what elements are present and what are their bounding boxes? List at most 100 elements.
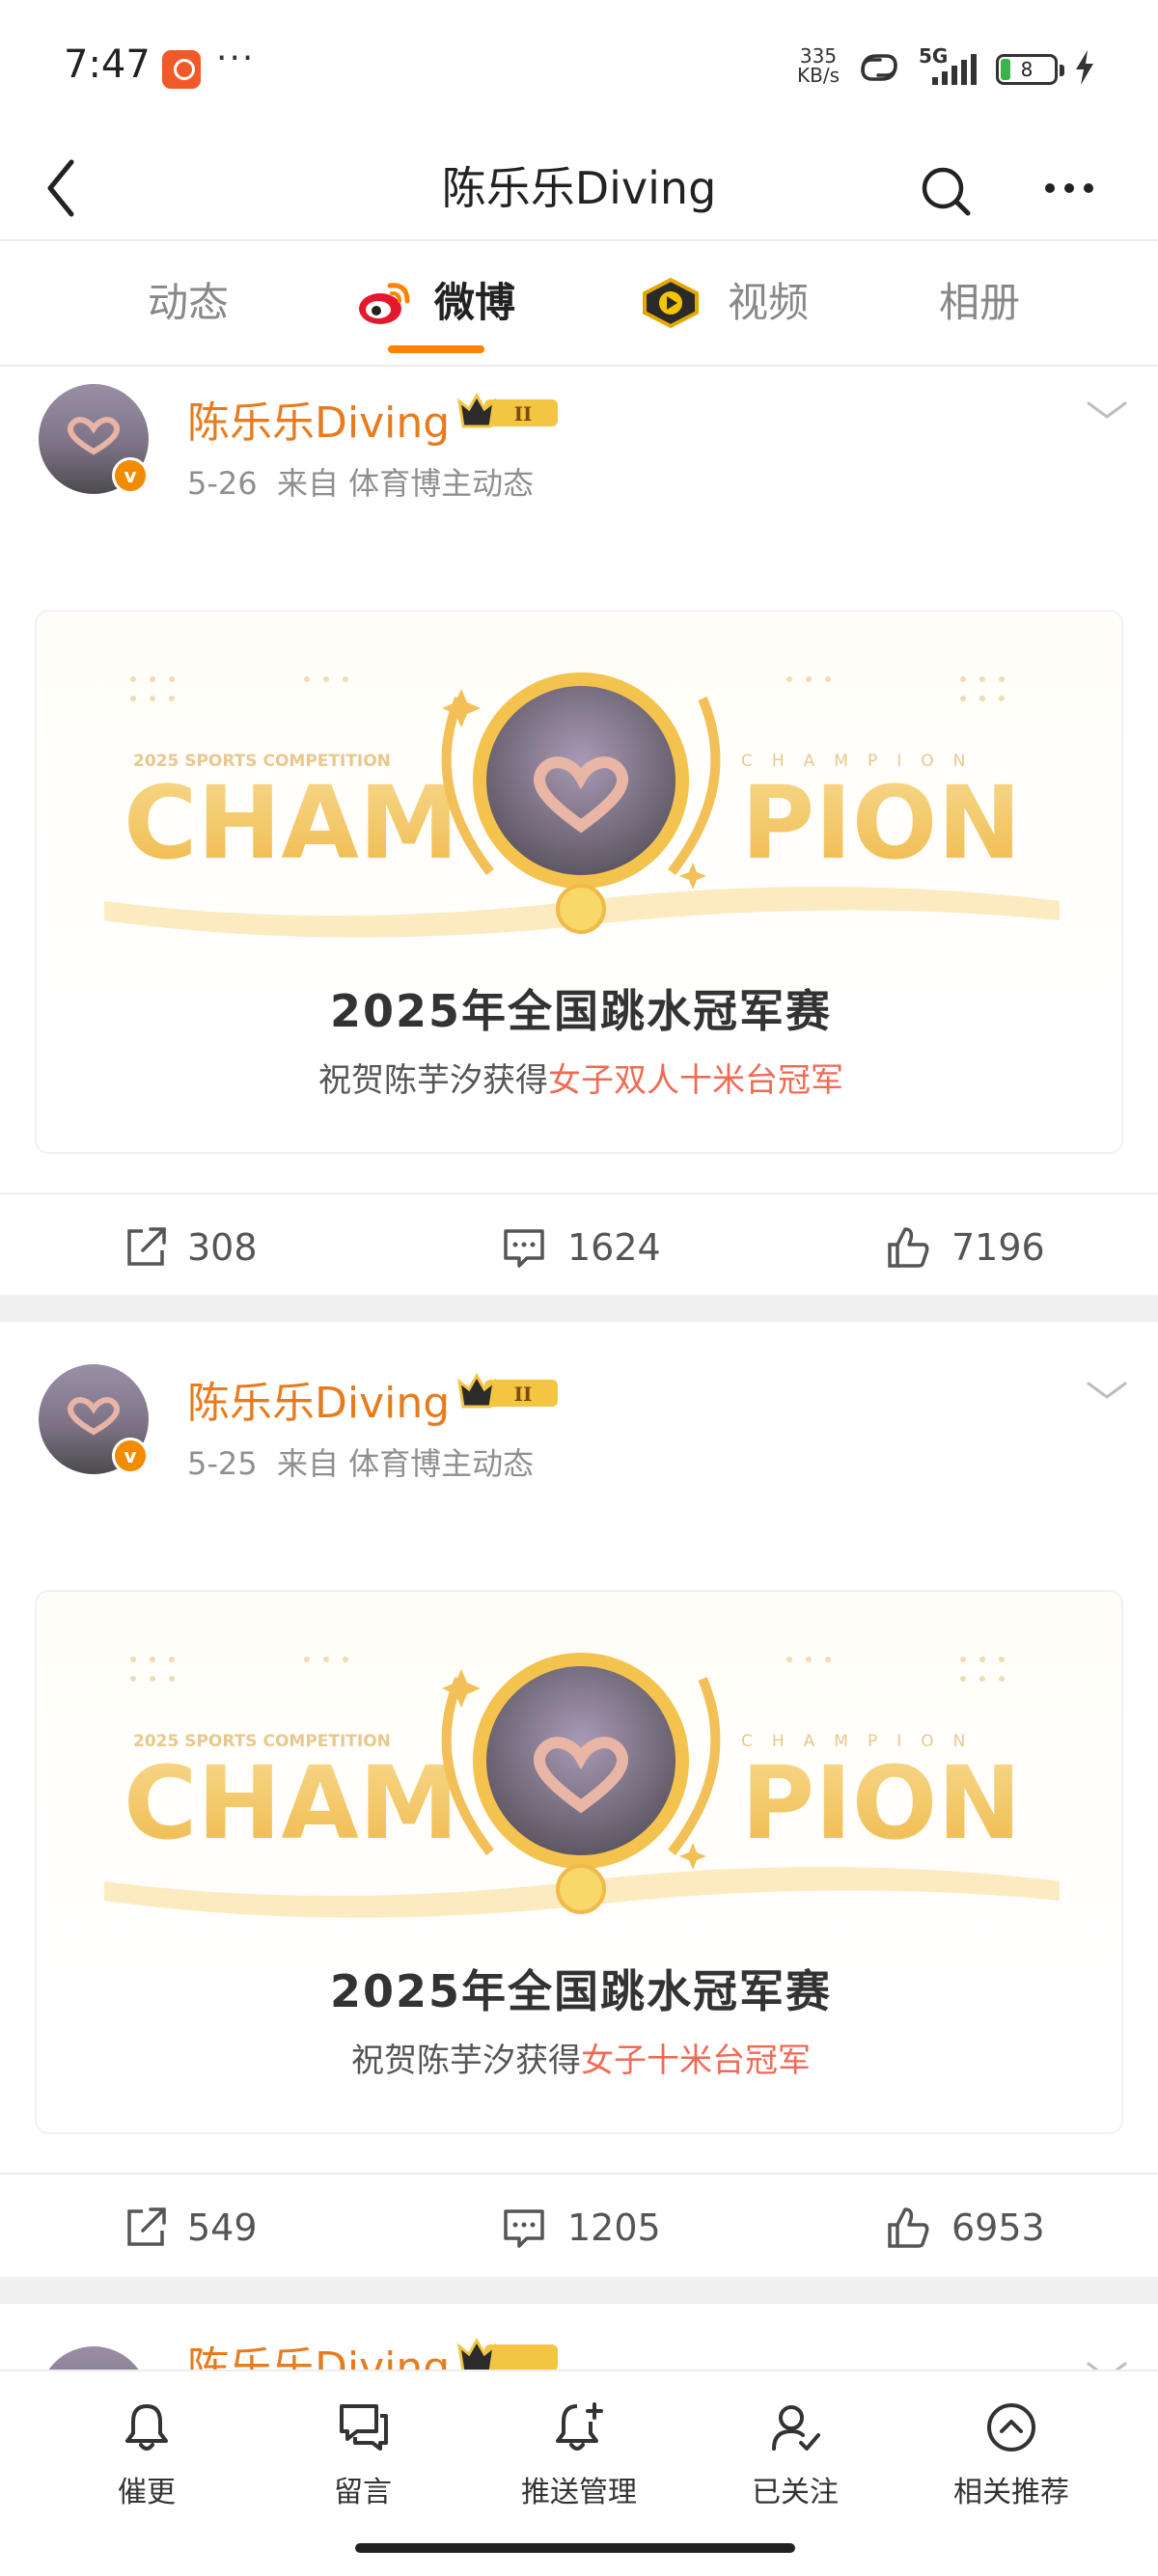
card-subtitle: 祝贺陈芋汐获得女子十米台冠军 [37, 2034, 1121, 2081]
post-meta: 5-26 来自 体育博主动态 [187, 459, 534, 504]
status-bar: 7:47 ··· 335 KB/s 5G 8 [0, 0, 1158, 135]
like-button[interactable]: 7196 [886, 1194, 1079, 1301]
post-actions: 308 1624 7196 [0, 1192, 1158, 1299]
status-time: 7:47 [64, 42, 151, 87]
nfc-icon [861, 54, 897, 81]
home-indicator[interactable] [355, 2543, 795, 2553]
battery-level: 8 [1020, 58, 1034, 81]
thumbs-up-icon [888, 2207, 929, 2248]
crown-badge-icon[interactable]: II [455, 392, 564, 432]
card-subtitle-prefix: 祝贺陈芋汐获得 [351, 2042, 581, 2080]
repost-icon [127, 2207, 166, 2246]
chevron-down-icon[interactable] [1085, 2358, 1129, 2370]
heart-hands-image [68, 417, 120, 455]
repost-button[interactable]: 549 [124, 2175, 317, 2281]
like-count: 7196 [951, 1226, 1045, 1269]
weibo-logo-icon [359, 283, 410, 324]
post-meta: 5-25 来自 体育博主动态 [187, 1439, 534, 1484]
bottom-item-urge[interactable]: 催更 [50, 2400, 243, 2516]
post-separator [0, 1295, 1158, 1322]
up-circle-icon [987, 2403, 1035, 2452]
cham-text: CHAM [124, 764, 458, 882]
crown-level: II [514, 402, 533, 425]
user-check-icon [772, 2405, 820, 2451]
crown-badge-icon[interactable]: II [455, 1372, 564, 1412]
crown-badge-icon[interactable] [455, 2337, 564, 2370]
comment-button[interactable]: 1624 [502, 1194, 695, 1301]
card-subtitle: 祝贺陈芋汐获得女子双人十米台冠军 [37, 1054, 1121, 1101]
champion-banner: 2025 SPORTS COMPETITION CHAMPION CHAM PI… [104, 672, 1060, 938]
card-headline: 2025年全国跳水冠军赛 [329, 1965, 833, 2017]
verified-badge-icon: v [112, 1438, 149, 1474]
weibo-post[interactable]: 陈乐乐Diving [0, 2304, 1158, 2370]
heart-hands-image [68, 1397, 120, 1436]
charging-icon [1076, 50, 1093, 85]
champion-card[interactable]: 2025 SPORTS COMPETITION CHAMPION CHAM PI… [35, 1590, 1123, 2134]
weibo-post[interactable]: v 陈乐乐Diving II 5-26 来自 体育博主动态 2025 SPORT… [0, 367, 1158, 1293]
bell-icon [125, 2404, 168, 2451]
post-author[interactable]: 陈乐乐Diving [187, 388, 450, 450]
like-button[interactable]: 6953 [886, 2175, 1079, 2281]
tab-label: 动态 [147, 279, 229, 326]
search-icon[interactable] [919, 164, 973, 218]
chevron-down-icon[interactable] [1085, 397, 1129, 423]
tab-label: 微博 [433, 279, 515, 326]
post-source: 来自 体育博主动态 [276, 465, 535, 502]
tab-label: 相册 [938, 279, 1020, 326]
app-notification-icon [162, 50, 201, 89]
bottom-item-label: 推送管理 [521, 2476, 637, 2509]
tab-dynamics[interactable]: 动态 [96, 243, 280, 367]
champion-banner: 2025 SPORTS COMPETITION CHAMPION CHAM PI… [104, 1653, 1060, 1918]
card-headline: 2025年全国跳水冠军赛 [329, 985, 833, 1037]
bottom-item-push-settings[interactable]: 推送管理 [482, 2400, 676, 2516]
post-author[interactable]: 陈乐乐Diving [187, 2333, 450, 2370]
champion-card[interactable]: 2025 SPORTS COMPETITION CHAMPION CHAM PI… [35, 610, 1123, 1154]
repost-button[interactable]: 308 [124, 1194, 317, 1301]
like-count: 6953 [951, 2206, 1045, 2249]
weibo-profile-screen: 7:47 ··· 335 KB/s 5G 8 陈乐乐Diving 动态 微博 视… [0, 0, 1158, 2576]
profile-tabs: 动态 微博 视频 相册 [0, 243, 1158, 367]
bottom-item-message[interactable]: 留言 [266, 2400, 459, 2516]
network-rate-unit: KB/s [797, 64, 840, 87]
page-title: 陈乐乐Diving [441, 162, 717, 214]
post-separator [0, 2277, 1158, 2304]
bell-plus-icon [556, 2402, 603, 2451]
weibo-post[interactable]: v 陈乐乐Diving II 5-25 来自 体育博主动态 2025 SPORT… [0, 1347, 1158, 2273]
tab-video[interactable]: 视频 [710, 243, 826, 367]
post-actions: 549 1205 6953 [0, 2173, 1158, 2279]
video-logo-icon [643, 278, 699, 328]
card-subtitle-highlight: 女子双人十米台冠军 [548, 1061, 843, 1100]
nav-divider [0, 239, 1158, 241]
chevron-down-icon[interactable] [1085, 1378, 1129, 1403]
bottom-item-label: 已关注 [752, 2476, 839, 2509]
cham-text: CHAM [124, 1744, 458, 1862]
post-author[interactable]: 陈乐乐Diving [187, 1368, 450, 1430]
card-subtitle-highlight: 女子十米台冠军 [581, 2042, 811, 2080]
network-rate-value: 335 [799, 44, 838, 68]
comment-count: 1205 [567, 2206, 661, 2249]
post-date: 5-26 [187, 465, 258, 502]
back-icon[interactable] [39, 147, 83, 230]
battery-icon: 8 [996, 54, 1064, 85]
verified-badge-icon: v [112, 457, 149, 494]
tab-album[interactable]: 相册 [888, 243, 1071, 367]
more-notifications-icon: ··· [216, 39, 256, 78]
bottom-item-label: 催更 [118, 2476, 176, 2509]
comment-button[interactable]: 1205 [502, 2175, 695, 2281]
avatar[interactable] [39, 2346, 149, 2370]
repost-count: 549 [187, 2206, 258, 2249]
post-date: 5-25 [187, 1445, 258, 1482]
chat-icon [340, 2404, 388, 2451]
more-options-icon[interactable] [1042, 174, 1096, 203]
bottom-item-label: 相关推荐 [953, 2476, 1069, 2509]
pion-text: PION [741, 764, 1021, 882]
card-subtitle-prefix: 祝贺陈芋汐获得 [318, 1061, 548, 1100]
bottom-item-following[interactable]: 已关注 [699, 2400, 892, 2516]
bottom-item-recommend[interactable]: 相关推荐 [915, 2400, 1108, 2516]
tab-label: 视频 [727, 279, 809, 326]
signal-icon [932, 54, 977, 85]
pion-text: PION [741, 1744, 1021, 1862]
network-rate: 335 KB/s [797, 46, 840, 85]
post-source: 来自 体育博主动态 [276, 1445, 535, 1482]
top-nav: 陈乐乐Diving [0, 135, 1158, 241]
